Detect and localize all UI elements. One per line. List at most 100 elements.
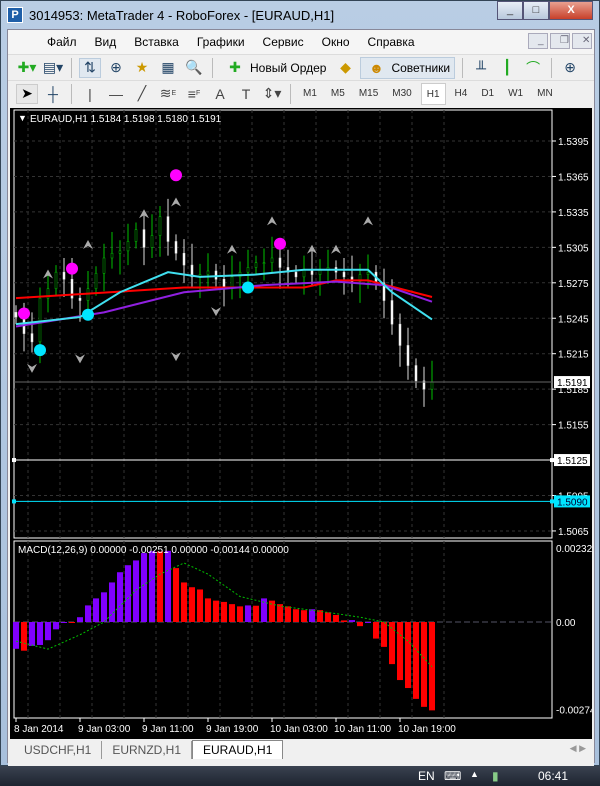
macd-bar bbox=[365, 622, 371, 623]
market-watch-icon[interactable]: ⇅ bbox=[79, 57, 101, 78]
mdi-close-button[interactable]: ✕ bbox=[572, 33, 592, 49]
sell-arrow-icon bbox=[171, 197, 181, 207]
strategy-tester-icon[interactable]: 🔍 bbox=[183, 58, 205, 78]
clock[interactable]: 06:41 bbox=[538, 769, 568, 783]
macd-bar bbox=[125, 565, 131, 622]
macd-bar bbox=[397, 622, 403, 681]
candle-body bbox=[366, 271, 370, 275]
menu-tools[interactable]: Сервис bbox=[254, 35, 313, 49]
mdi-restore-button[interactable]: ❐ bbox=[550, 33, 570, 49]
new-chart-icon[interactable]: ✚▾ bbox=[16, 58, 38, 78]
candlestick-icon[interactable]: ┃ bbox=[496, 58, 518, 78]
candle-body bbox=[182, 253, 186, 266]
magenta-signal-dot bbox=[170, 169, 182, 182]
time-label: 9 Jan 11:00 bbox=[142, 724, 194, 735]
candle-body bbox=[142, 229, 146, 248]
macd-bar bbox=[245, 605, 251, 622]
tab-scroll-arrows[interactable]: ◀ ▶ bbox=[570, 743, 586, 754]
trendline-icon[interactable]: ╱ bbox=[131, 84, 153, 104]
menu-help[interactable]: Справка bbox=[359, 35, 424, 49]
menu-charts[interactable]: Графики bbox=[188, 35, 254, 49]
bar-chart-icon[interactable]: ╨ bbox=[470, 58, 492, 78]
price-tick-label: 1.5215 bbox=[558, 350, 589, 361]
current-price-label: 1.5191 bbox=[557, 378, 588, 389]
line-handle bbox=[12, 499, 16, 504]
hline-price-label: 1.5090 bbox=[557, 497, 588, 508]
menu-insert[interactable]: Вставка bbox=[125, 35, 188, 49]
vertical-line-icon[interactable]: | bbox=[79, 84, 101, 104]
timeframe-w1[interactable]: W1 bbox=[503, 83, 528, 105]
zoom-in-icon[interactable]: ⊕ bbox=[559, 58, 581, 78]
terminal-icon[interactable]: ▦ bbox=[157, 58, 179, 78]
fibo-retracement-icon[interactable]: ≡ F bbox=[183, 84, 205, 104]
experts-button[interactable]: ☻ Советники bbox=[360, 56, 456, 79]
candle-body bbox=[54, 271, 58, 289]
language-indicator[interactable]: EN bbox=[418, 769, 435, 783]
macd-bar bbox=[373, 622, 379, 639]
menu-view[interactable]: Вид bbox=[86, 35, 126, 49]
chart-window[interactable]: 1.5395 1.5365 1.5335 1.5305 1.5275 1.5245 1.52… bbox=[10, 108, 596, 740]
cursor-icon[interactable]: ➤ bbox=[16, 83, 38, 104]
menu-bar: Файл Вид Вставка Графики Сервис Окно Спр… bbox=[8, 30, 594, 54]
keyboard-icon[interactable]: ⌨ bbox=[444, 769, 461, 783]
fibo-channel-icon[interactable]: ≋ E bbox=[157, 84, 179, 104]
arrows-icon[interactable]: ⇕▾ bbox=[261, 84, 283, 104]
price-chart[interactable]: 1.5395 1.5365 1.5335 1.5305 1.5275 1.5245 1.52… bbox=[10, 108, 596, 740]
text-label-icon[interactable]: T bbox=[235, 84, 257, 104]
timeframe-d1[interactable]: D1 bbox=[476, 83, 499, 105]
macd-bar bbox=[21, 622, 27, 651]
timeframe-m5[interactable]: M5 bbox=[326, 83, 350, 105]
tab-eurnzd[interactable]: EURNZD,H1 bbox=[102, 741, 193, 759]
macd-bar bbox=[189, 587, 195, 622]
macd-bar bbox=[53, 622, 59, 630]
text-tool-icon[interactable]: A bbox=[209, 84, 231, 104]
cyan-signal-dot bbox=[82, 308, 94, 321]
line-chart-icon[interactable]: ⌒ bbox=[522, 58, 544, 78]
mdi-minimize-button[interactable]: _ bbox=[528, 33, 548, 49]
timeframe-m1[interactable]: M1 bbox=[298, 83, 322, 105]
network-icon[interactable]: ▮ bbox=[492, 769, 499, 783]
timeframe-h4[interactable]: H4 bbox=[450, 83, 473, 105]
alert-icon[interactable]: ◆ bbox=[334, 58, 356, 78]
minimize-button[interactable]: _ bbox=[497, 1, 523, 20]
price-tick-label: 1.5245 bbox=[558, 314, 589, 325]
timeframe-mn[interactable]: MN bbox=[532, 83, 558, 105]
time-label: 10 Jan 03:00 bbox=[270, 724, 328, 735]
line-handle bbox=[12, 458, 16, 463]
sell-arrow-icon bbox=[227, 244, 237, 254]
tray-expand-icon[interactable]: ▲ bbox=[470, 769, 479, 779]
macd-bar bbox=[117, 572, 123, 622]
standard-toolbar: ✚▾ ▤▾ ⇅ ⊕ ★ ▦ 🔍 ✚ Новый Ордер ◆ ☻ Советник… bbox=[8, 54, 594, 80]
macd-bar bbox=[301, 610, 307, 622]
timeframe-h1[interactable]: H1 bbox=[420, 82, 446, 105]
menu-file[interactable]: Файл bbox=[38, 35, 86, 49]
menu-window[interactable]: Окно bbox=[313, 35, 359, 49]
favorites-icon[interactable]: ★ bbox=[131, 58, 153, 78]
price-tick-label: 1.5395 bbox=[558, 137, 589, 148]
macd-bar bbox=[61, 622, 67, 623]
profiles-icon[interactable]: ▤▾ bbox=[42, 58, 64, 78]
macd-bar bbox=[149, 551, 155, 622]
crosshair-icon[interactable]: ⊕ bbox=[105, 58, 127, 78]
horizontal-line-icon[interactable]: — bbox=[105, 84, 127, 104]
candle-body bbox=[126, 241, 130, 252]
timeframe-m15[interactable]: M15 bbox=[354, 83, 383, 105]
macd-bar bbox=[413, 622, 419, 699]
macd-bar bbox=[341, 620, 347, 622]
timeframe-m30[interactable]: M30 bbox=[387, 83, 416, 105]
tab-usdchf[interactable]: USDCHF,H1 bbox=[14, 741, 103, 759]
candle-body bbox=[406, 345, 410, 366]
price-tick-label: 1.5365 bbox=[558, 172, 589, 183]
separator bbox=[551, 57, 553, 78]
new-order-button[interactable]: ✚ Новый Ордер bbox=[220, 57, 330, 79]
fibo-e-label: E bbox=[171, 90, 177, 97]
tab-euraud[interactable]: EURAUD,H1 bbox=[192, 740, 284, 759]
maximize-button[interactable]: □ bbox=[523, 1, 549, 20]
crosshair-tool-icon[interactable]: ┼ bbox=[42, 84, 64, 104]
price-tick-label: 1.5305 bbox=[558, 243, 589, 254]
macd-bar bbox=[333, 614, 339, 622]
close-button[interactable]: X bbox=[549, 1, 593, 20]
macd-bar bbox=[269, 600, 275, 622]
macd-bar bbox=[325, 612, 331, 622]
hline-price-label: 1.5125 bbox=[557, 456, 588, 467]
